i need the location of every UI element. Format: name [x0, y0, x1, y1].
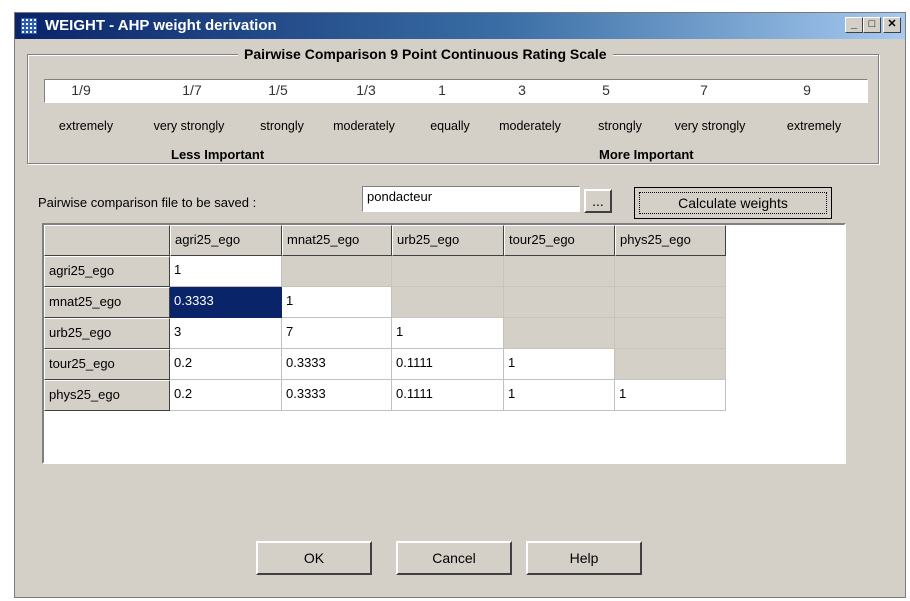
- matrix-cell[interactable]: 0.3333: [282, 380, 392, 411]
- scale-value: 1/7: [182, 82, 202, 98]
- matrix-cell-disabled: [504, 287, 615, 318]
- matrix-cell[interactable]: 1: [504, 380, 615, 411]
- calculate-weights-label: Calculate weights: [639, 192, 827, 214]
- scale-label: very strongly: [674, 119, 746, 133]
- row-header[interactable]: mnat25_ego: [44, 287, 170, 318]
- scale-value: 1/9: [71, 82, 91, 98]
- column-header[interactable]: agri25_ego: [170, 225, 282, 256]
- file-name-input[interactable]: pondacteur: [362, 186, 580, 212]
- grid-corner: [44, 225, 170, 256]
- minimize-icon: _: [850, 18, 858, 30]
- file-label: Pairwise comparison file to be saved :: [38, 195, 257, 210]
- help-button[interactable]: Help: [526, 541, 642, 575]
- matrix-cell-disabled: [615, 349, 726, 380]
- matrix-cell-disabled: [615, 256, 726, 287]
- calculate-weights-button[interactable]: Calculate weights: [634, 187, 832, 219]
- column-header[interactable]: urb25_ego: [392, 225, 504, 256]
- scale-value: 7: [700, 82, 708, 98]
- matrix-cell[interactable]: 0.3333: [282, 349, 392, 380]
- browse-label: ...: [592, 193, 604, 209]
- minimize-button[interactable]: _: [845, 17, 863, 33]
- more-important-label: More Important: [599, 147, 694, 162]
- window-title: WEIGHT - AHP weight derivation: [45, 17, 277, 34]
- column-header[interactable]: tour25_ego: [504, 225, 615, 256]
- scale-value: 1/3: [356, 82, 376, 98]
- matrix-cell[interactable]: 1: [615, 380, 726, 411]
- matrix-cell[interactable]: 3: [170, 318, 282, 349]
- matrix-cell-disabled: [615, 287, 726, 318]
- maximize-button[interactable]: □: [863, 17, 881, 33]
- row-header[interactable]: tour25_ego: [44, 349, 170, 380]
- matrix-cell-disabled: [504, 256, 615, 287]
- row-header[interactable]: phys25_ego: [44, 380, 170, 411]
- matrix-cell-disabled: [282, 256, 392, 287]
- maximize-icon: □: [868, 18, 876, 30]
- scale-label: strongly: [260, 119, 304, 133]
- scale-value: 9: [803, 82, 811, 98]
- matrix-cell[interactable]: 0.3333: [170, 287, 282, 318]
- rating-scale-bar[interactable]: 1/9 1/7 1/5 1/3 1 3 5 7 9: [44, 79, 868, 103]
- rating-scale-group: [27, 54, 879, 164]
- matrix-cell[interactable]: 0.1111: [392, 349, 504, 380]
- browse-button[interactable]: ...: [584, 189, 612, 213]
- rating-scale-title: Pairwise Comparison 9 Point Continuous R…: [238, 46, 613, 62]
- matrix-cell-disabled: [392, 287, 504, 318]
- column-header[interactable]: mnat25_ego: [282, 225, 392, 256]
- row-header[interactable]: agri25_ego: [44, 256, 170, 287]
- row-header[interactable]: urb25_ego: [44, 318, 170, 349]
- scale-value: 1: [438, 82, 446, 98]
- scale-label: strongly: [598, 119, 642, 133]
- scale-value: 1/5: [268, 82, 288, 98]
- matrix-cell[interactable]: 7: [282, 318, 392, 349]
- app-icon: [21, 18, 37, 34]
- ok-label: OK: [303, 550, 325, 566]
- matrix-cell[interactable]: 1: [282, 287, 392, 318]
- matrix-cell[interactable]: 1: [170, 256, 282, 287]
- column-header[interactable]: phys25_ego: [615, 225, 726, 256]
- title-bar[interactable]: WEIGHT - AHP weight derivation _ □ ✕: [15, 13, 905, 39]
- scale-label: very strongly: [153, 119, 225, 133]
- matrix-cell[interactable]: 0.1111: [392, 380, 504, 411]
- close-button[interactable]: ✕: [883, 17, 901, 33]
- matrix-cell-disabled: [392, 256, 504, 287]
- scale-value: 3: [518, 82, 526, 98]
- scale-value: 5: [602, 82, 610, 98]
- ok-button[interactable]: OK: [256, 541, 372, 575]
- scale-label: extremely: [786, 119, 842, 133]
- matrix-cell[interactable]: 0.2: [170, 349, 282, 380]
- matrix-cell-disabled: [504, 318, 615, 349]
- scale-label: moderately: [333, 119, 395, 133]
- cancel-label: Cancel: [432, 550, 476, 566]
- matrix-cell[interactable]: 1: [504, 349, 615, 380]
- matrix-cell[interactable]: 1: [392, 318, 504, 349]
- cancel-button[interactable]: Cancel: [396, 541, 512, 575]
- scale-label: extremely: [58, 119, 114, 133]
- scale-label: moderately: [499, 119, 561, 133]
- matrix-cell-disabled: [615, 318, 726, 349]
- close-icon: ✕: [887, 18, 897, 30]
- help-label: Help: [569, 550, 599, 566]
- matrix-cell[interactable]: 0.2: [170, 380, 282, 411]
- scale-label: equally: [430, 119, 470, 133]
- less-important-label: Less Important: [171, 147, 265, 162]
- pairwise-matrix-grid: agri25_ego mnat25_ego urb25_ego tour25_ego p…: [42, 223, 846, 464]
